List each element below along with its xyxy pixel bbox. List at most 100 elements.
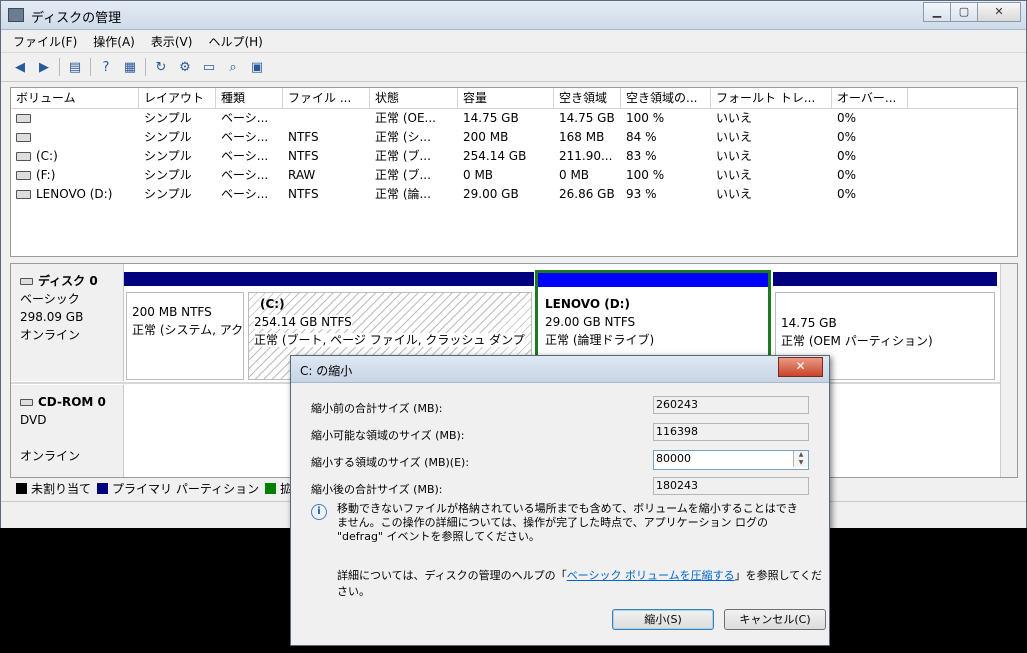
volume-name-cell: (C:) <box>11 147 139 166</box>
partition-size: 29.00 GB NTFS <box>545 315 636 329</box>
col-free-percent[interactable]: 空き領域の... <box>621 88 711 108</box>
volume-row[interactable]: シンプル ベーシ... NTFS 正常 (シ... 200 MB 168 MB 84 % いい… <box>11 128 1017 147</box>
help-prefix: 詳細については、ディスクの管理のヘルプの「 <box>337 569 567 582</box>
volume-cell: 正常 (論... <box>370 185 458 204</box>
col-fault-tolerance[interactable]: フォールト トレ... <box>711 88 832 108</box>
volume-cell: 14.75 GB <box>458 109 554 128</box>
refresh-icon[interactable]: ↻ <box>152 58 170 76</box>
maximize-button[interactable]: ▢ <box>950 2 978 22</box>
volume-cell-text: 正常 (論... <box>375 187 431 201</box>
volume-cell-text: 100 % <box>626 111 665 125</box>
volume-cell: 168 MB <box>554 128 621 147</box>
search-icon[interactable]: ⌕ <box>224 58 242 76</box>
shrink-dialog: C: の縮小 ✕ 縮小前の合計サイズ (MB): 260243 縮小可能な領域の… <box>290 355 830 646</box>
cdrom0-label[interactable]: CD-ROM 0 DVD オンライン <box>11 385 124 477</box>
volume-cell: NTFS <box>283 128 370 147</box>
disk-icon <box>20 278 33 285</box>
volume-cell: 100 % <box>621 166 711 185</box>
volume-cell: 0 MB <box>458 166 554 185</box>
col-filesystem[interactable]: ファイル ... <box>283 88 370 108</box>
volume-cell: 正常 (ブ... <box>370 166 458 185</box>
volume-cell-text: 168 MB <box>559 130 605 144</box>
volume-cell: ベーシ... <box>216 166 283 185</box>
partition-size: 254.14 GB NTFS <box>254 315 352 329</box>
volume-cell: 正常 (シ... <box>370 128 458 147</box>
cancel-button[interactable]: キャンセル(C) <box>724 609 826 630</box>
properties-icon[interactable]: ▦ <box>121 58 139 76</box>
volume-cell: 0% <box>832 128 908 147</box>
volume-cell: ベーシ... <box>216 147 283 166</box>
shrink-amount-input[interactable]: 80000 ▲ ▼ <box>653 450 809 470</box>
open-icon[interactable]: ▭ <box>200 58 218 76</box>
legend-unallocated: 未割り当て <box>31 481 92 496</box>
volume-name-cell: LENOVO (D:) <box>11 185 139 204</box>
back-icon[interactable]: ◀ <box>11 58 29 76</box>
volume-cell-text: 正常 (ブ... <box>375 149 431 163</box>
dialog-title-bar: C: の縮小 ✕ <box>291 356 829 383</box>
volume-cell: いいえ <box>711 128 832 147</box>
volume-cell-text: 93 % <box>626 187 657 201</box>
total-size-label: 縮小前の合計サイズ (MB): <box>311 402 443 415</box>
volume-cell-text: ベーシ... <box>221 168 269 182</box>
volume-cell: 0% <box>832 147 908 166</box>
help-link[interactable]: ベーシック ボリュームを圧縮する <box>567 569 735 582</box>
col-type[interactable]: 種類 <box>216 88 283 108</box>
volume-cell: ベーシ... <box>216 128 283 147</box>
volume-cell <box>283 109 370 128</box>
volume-cell-text: NTFS <box>288 149 319 163</box>
volume-row[interactable]: (F:) シンプル ベーシ... RAW 正常 (ブ... 0 MB 0 MB 100 % いい… <box>11 166 1017 185</box>
console-tree-icon[interactable]: ▤ <box>66 58 84 76</box>
menu-file[interactable]: ファイル(F) <box>13 33 77 50</box>
volume-row[interactable]: (C:) シンプル ベーシ... NTFS 正常 (ブ... 254.14 GB 211.9… <box>11 147 1017 166</box>
info-text: 移動できないファイルが格納されている場所までも含めて、ボリュームを縮小することは… <box>337 502 798 543</box>
col-capacity[interactable]: 容量 <box>458 88 554 108</box>
legend-extended-swatch <box>265 482 277 494</box>
volume-cell-text: シンプル <box>144 111 192 125</box>
volume-row[interactable]: シンプル ベーシ... 正常 (OE... 14.75 GB 14.75 GB 100 %… <box>11 109 1017 128</box>
help-icon[interactable]: ? <box>97 58 115 76</box>
minimize-button[interactable]: ▁ <box>923 2 951 22</box>
total-size-value: 260243 <box>653 396 809 414</box>
legend-primary-swatch <box>97 482 109 494</box>
settings-icon[interactable]: ⚙ <box>176 58 194 76</box>
volume-cell-text: 200 MB <box>463 130 509 144</box>
export-icon[interactable]: ▣ <box>248 58 266 76</box>
volume-cell-text: 211.90... <box>559 149 613 163</box>
volume-cell-text: 254.14 GB <box>463 149 527 163</box>
col-free-space[interactable]: 空き領域 <box>554 88 621 108</box>
volume-cell-text: 83 % <box>626 149 657 163</box>
volume-cell: NTFS <box>283 147 370 166</box>
volume-cell-text: ベーシ... <box>221 149 269 163</box>
partition-status: 正常 (ブート, ページ ファイル, クラッシュ ダンプ <box>254 333 525 347</box>
dialog-close-button[interactable]: ✕ <box>778 357 823 377</box>
volume-cell-text: 29.00 GB <box>463 187 519 201</box>
volume-cell-text: 正常 (ブ... <box>375 168 431 182</box>
volume-cell: 200 MB <box>458 128 554 147</box>
volume-cell-text: ベーシ... <box>221 130 269 144</box>
vertical-scrollbar[interactable] <box>1000 264 1017 477</box>
volume-name-cell <box>11 109 139 128</box>
col-status[interactable]: 状態 <box>370 88 458 108</box>
volume-cell-text: 正常 (OE... <box>375 111 436 125</box>
volume-row[interactable]: LENOVO (D:) シンプル ベーシ... NTFS 正常 (論... 29.00 G… <box>11 185 1017 204</box>
volume-cell-text: 0 MB <box>559 168 590 182</box>
shrink-amount-spinner[interactable]: ▲ ▼ <box>793 451 808 467</box>
col-layout[interactable]: レイアウト <box>139 88 216 108</box>
volume-cell-text: 0% <box>837 130 857 144</box>
volume-cell: 211.90... <box>554 147 621 166</box>
volume-icon <box>16 171 31 180</box>
menu-help[interactable]: ヘルプ(H) <box>208 33 262 50</box>
col-overhead[interactable]: オーバー... <box>832 88 908 108</box>
partition-size: 14.75 GB <box>781 316 837 330</box>
disk0-label[interactable]: ディスク 0 ベーシック 298.09 GB オンライン <box>11 264 124 381</box>
volume-cell: シンプル <box>139 166 216 185</box>
shrink-button[interactable]: 縮小(S) <box>612 609 714 630</box>
partition-system[interactable]: 200 MB NTFS 正常 (システム, アク <box>124 272 246 380</box>
menu-view[interactable]: 表示(V) <box>151 33 193 50</box>
volume-cell-text: ベーシ... <box>221 187 269 201</box>
shrink-amount-value[interactable]: 80000 <box>656 452 691 465</box>
menu-action[interactable]: 操作(A) <box>93 33 135 50</box>
close-button[interactable]: ✕ <box>977 2 1021 22</box>
forward-icon[interactable]: ▶ <box>35 58 53 76</box>
col-volume[interactable]: ボリューム <box>11 88 139 108</box>
